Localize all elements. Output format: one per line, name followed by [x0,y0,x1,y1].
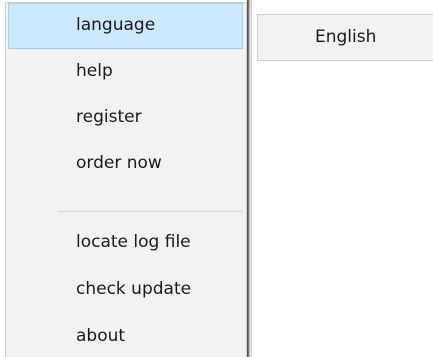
menu-item-check-update[interactable]: check update [8,267,243,313]
submenu-item-english[interactable]: English [257,14,433,61]
menu-item-label: register [76,107,142,127]
menu-item-order-now[interactable]: order now [8,141,243,187]
screen: language help register order now locate … [0,0,433,357]
menu-item-label: language [76,15,156,35]
menu-item-register[interactable]: register [8,95,243,141]
menu-separator [58,211,243,212]
menu-item-label: about [76,326,126,346]
menu-item-locate-log-file[interactable]: locate log file [8,220,243,266]
menu-item-about[interactable]: about [8,314,243,357]
menu-item-language[interactable]: language [8,3,243,49]
menu-item-label: help [76,61,113,81]
menu-item-label: locate log file [76,232,191,252]
context-menu: language help register order now locate … [5,2,247,357]
submenu-item-label: English [315,27,377,47]
menu-item-help[interactable]: help [8,49,243,95]
language-submenu: English [251,0,433,357]
menu-item-label: check update [76,279,192,299]
menu-item-label: order now [76,153,162,173]
